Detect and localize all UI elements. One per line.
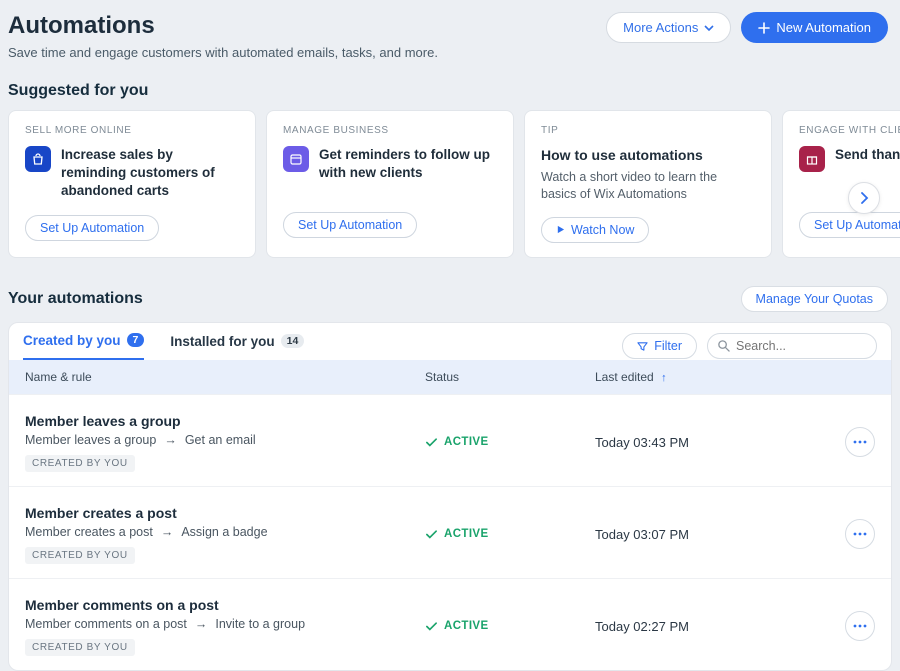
automation-name: Member creates a post (25, 505, 425, 521)
suggested-heading: Suggested for you (0, 60, 900, 110)
chevron-right-icon (859, 192, 869, 204)
filter-icon (637, 341, 648, 352)
gift-icon (799, 146, 825, 172)
more-horizontal-icon (853, 532, 867, 536)
card-title: Get reminders to follow up with new clie… (319, 146, 497, 182)
rule-trigger: Member leaves a group (25, 433, 156, 447)
tab-created-by-you[interactable]: Created by you 7 (23, 333, 144, 360)
suggestion-card: ENGAGE WITH CLIENTS Send thank … who su … (782, 110, 900, 258)
new-automation-button[interactable]: New Automation (741, 12, 888, 43)
rule-action: Assign a badge (181, 525, 267, 539)
more-horizontal-icon (853, 440, 867, 444)
calendar-icon (283, 146, 309, 172)
your-automations-heading: Your automations (8, 290, 143, 308)
set-up-automation-button[interactable]: Set Up Automation (799, 212, 900, 238)
suggestion-card: MANAGE BUSINESS Get reminders to follow … (266, 110, 514, 258)
chevron-down-icon (704, 23, 714, 33)
col-last-edited-label: Last edited (595, 370, 654, 384)
arrow-right-icon: → (161, 525, 174, 539)
card-tag: TIP (541, 125, 755, 136)
table-row[interactable]: Member leaves a group Member leaves a gr… (9, 394, 891, 486)
search-icon (717, 339, 730, 352)
row-actions-button[interactable] (845, 427, 875, 457)
status-active: ACTIVE (425, 436, 595, 449)
status-active: ACTIVE (425, 528, 595, 541)
filter-button[interactable]: Filter (622, 333, 697, 359)
arrow-right-icon: → (195, 617, 208, 631)
row-actions-button[interactable] (845, 611, 875, 641)
card-action-label: Watch Now (571, 223, 634, 237)
card-action-label: Set Up Automation (814, 218, 900, 232)
card-title: Send thank … who su … t (835, 146, 900, 164)
card-description: Watch a short video to learn the basics … (541, 169, 755, 203)
table-row[interactable]: Member creates a post Member creates a p… (9, 486, 891, 578)
play-icon (556, 225, 565, 234)
suggestion-card: SELL MORE ONLINE Increase sales by remin… (8, 110, 256, 258)
more-actions-button[interactable]: More Actions (606, 12, 731, 43)
search-input[interactable] (707, 333, 877, 359)
status-label: ACTIVE (444, 528, 489, 540)
page-subtitle: Save time and engage customers with auto… (0, 45, 900, 60)
col-status[interactable]: Status (425, 370, 595, 384)
check-icon (425, 620, 438, 633)
automations-panel: Created by you 7 Installed for you 14 Fi… (8, 322, 892, 671)
sort-ascending-icon: ↑ (661, 372, 667, 384)
rule-action: Get an email (185, 433, 256, 447)
automation-name: Member comments on a post (25, 597, 425, 613)
last-edited: Today 03:07 PM (595, 527, 825, 542)
table-header: Name & rule Status Last edited ↑ (9, 360, 891, 394)
col-last-edited[interactable]: Last edited ↑ (595, 370, 825, 384)
suggestion-card: TIP How to use automations Watch a short… (524, 110, 772, 258)
check-icon (425, 528, 438, 541)
suggestion-cards: SELL MORE ONLINE Increase sales by remin… (0, 110, 900, 258)
set-up-automation-button[interactable]: Set Up Automation (25, 215, 159, 241)
new-automation-label: New Automation (776, 20, 871, 35)
rule-trigger: Member creates a post (25, 525, 153, 539)
last-edited: Today 03:43 PM (595, 435, 825, 450)
arrow-right-icon: → (164, 433, 177, 447)
watch-now-button[interactable]: Watch Now (541, 217, 649, 243)
created-by-you-tag: CREATED BY YOU (25, 547, 135, 564)
plus-icon (758, 22, 770, 34)
shopping-bag-icon (25, 146, 51, 172)
card-action-label: Set Up Automation (40, 221, 144, 235)
card-tag: MANAGE BUSINESS (283, 125, 497, 136)
tab-label: Created by you (23, 333, 121, 348)
rule-trigger: Member comments on a post (25, 617, 187, 631)
automation-rule: Member creates a post → Assign a badge (25, 525, 425, 539)
status-active: ACTIVE (425, 620, 595, 633)
tab-installed-for-you[interactable]: Installed for you 14 (170, 334, 304, 359)
automation-rule: Member comments on a post → Invite to a … (25, 617, 425, 631)
more-horizontal-icon (853, 624, 867, 628)
automation-rule: Member leaves a group → Get an email (25, 433, 425, 447)
rule-action: Invite to a group (215, 617, 305, 631)
card-title: Increase sales by reminding customers of… (61, 146, 239, 201)
card-action-label: Set Up Automation (298, 218, 402, 232)
more-actions-label: More Actions (623, 20, 698, 35)
status-label: ACTIVE (444, 436, 489, 448)
tab-label: Installed for you (170, 334, 274, 349)
created-by-you-tag: CREATED BY YOU (25, 639, 135, 656)
card-tag: ENGAGE WITH CLIENTS (799, 125, 900, 136)
manage-quotas-button[interactable]: Manage Your Quotas (741, 286, 888, 312)
card-title: How to use automations (541, 146, 755, 165)
row-actions-button[interactable] (845, 519, 875, 549)
scroll-right-button[interactable] (848, 182, 880, 214)
tab-count-badge: 7 (127, 333, 145, 347)
card-tag: SELL MORE ONLINE (25, 125, 239, 136)
filter-label: Filter (654, 339, 682, 353)
page-title: Automations (8, 12, 155, 40)
last-edited: Today 02:27 PM (595, 619, 825, 634)
check-icon (425, 436, 438, 449)
set-up-automation-button[interactable]: Set Up Automation (283, 212, 417, 238)
tab-count-badge: 14 (281, 334, 305, 348)
status-label: ACTIVE (444, 620, 489, 632)
created-by-you-tag: CREATED BY YOU (25, 455, 135, 472)
col-name-rule[interactable]: Name & rule (25, 370, 425, 384)
automation-name: Member leaves a group (25, 413, 425, 429)
table-row[interactable]: Member comments on a post Member comment… (9, 578, 891, 670)
